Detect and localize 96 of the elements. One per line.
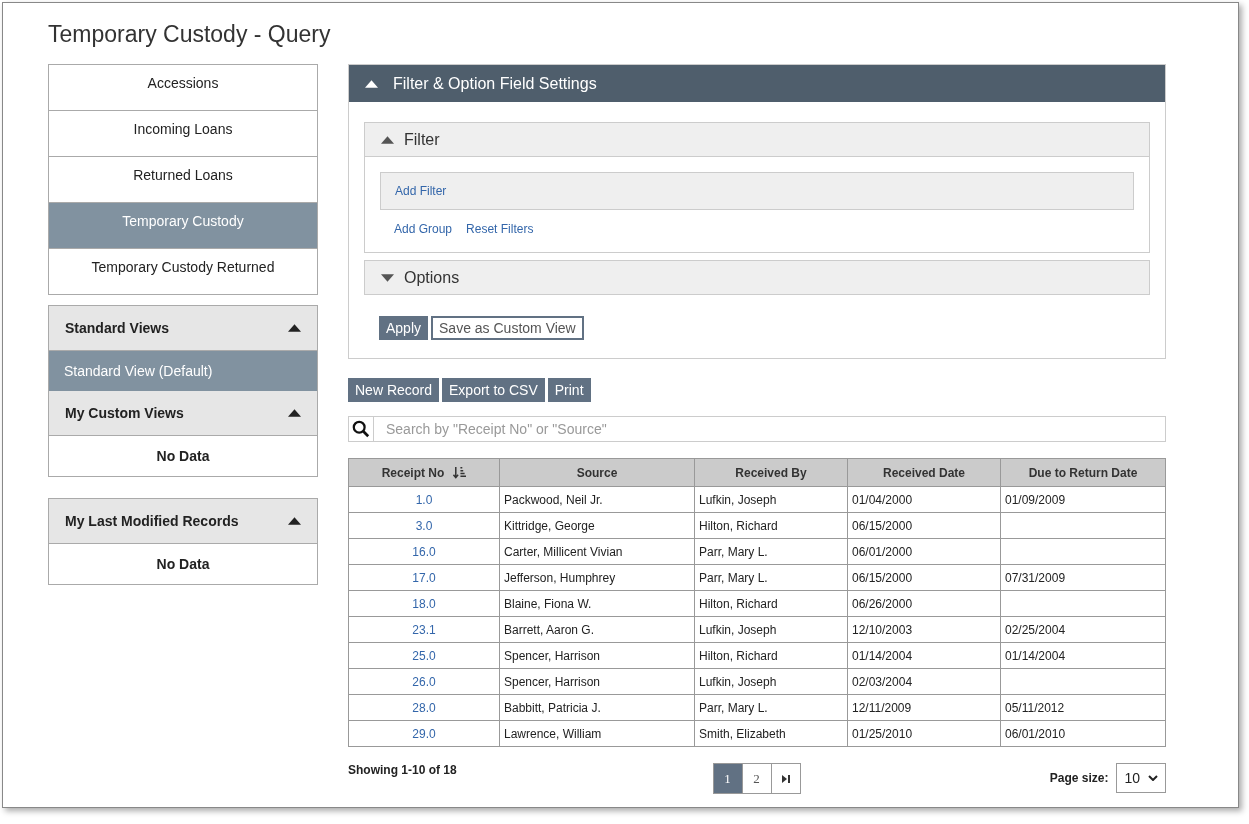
page-button[interactable]: 2 [741,763,772,794]
column-header[interactable]: Received By [694,458,848,487]
column-header[interactable]: Received Date [847,458,1001,487]
table-cell: 02/03/2004 [852,674,913,689]
empty-message: No Data [155,447,211,466]
table-cell: Kittridge, George [504,518,595,533]
toolbar-button[interactable]: New Record [348,378,440,402]
table-cell: Packwood, Neil Jr. [504,492,603,507]
receipt-link[interactable]: 23.1 [412,622,436,637]
section-header[interactable]: Standard Views [49,306,317,351]
collapse-icon[interactable] [288,324,301,332]
panel-title: Filter & Option Field Settings [393,74,597,93]
table-cell: Hilton, Richard [699,648,778,663]
toolbar-button[interactable]: Export to CSV [442,378,545,402]
table-cell: 02/25/2004 [1005,622,1066,637]
table-cell: Spencer, Harrison [504,674,601,689]
table-cell: 06/01/2010 [1005,726,1066,741]
sort-icon[interactable] [453,465,467,479]
column-header[interactable]: Source [499,458,695,487]
table-cell: Barrett, Aaron G. [504,622,595,637]
table-cell: 06/26/2000 [852,596,913,611]
table-cell: Spencer, Harrison [504,648,601,663]
filter-title: Filter [404,130,440,149]
page-title: Temporary Custody - Query [48,20,332,49]
table-cell: Parr, Mary L. [699,700,768,715]
view-item[interactable]: Standard View (Default) [49,351,317,391]
table-cell: 06/01/2000 [852,544,913,559]
section-title: My Last Modified Records [65,513,239,529]
table-cell: 05/11/2012 [1005,700,1065,715]
table-cell: Lawrence, William [504,726,602,741]
table-cell: 01/09/2009 [1005,492,1066,507]
table-cell: Parr, Mary L. [699,544,768,559]
table-cell: Smith, Elizabeth [699,726,786,741]
apply-button[interactable]: Apply [379,316,429,340]
receipt-link[interactable]: 16.0 [412,544,436,559]
table-cell: Hilton, Richard [699,596,778,611]
collapse-icon[interactable] [365,79,378,88]
expand-icon[interactable] [381,273,394,282]
panel-header[interactable]: Filter & Option Field Settings [349,65,1165,102]
table-cell: Hilton, Richard [699,518,778,533]
page-size-select[interactable]: 10 [1116,763,1166,793]
receipt-link[interactable]: 1.0 [415,492,433,507]
add-filter-link[interactable]: Add Filter [395,184,447,198]
section-header[interactable]: My Last Modified Records [49,499,317,544]
table-cell: 01/25/2010 [852,726,913,741]
table-cell: 01/14/2004 [1005,648,1066,663]
nav-item[interactable]: Incoming Loans [49,110,317,156]
last-page-button[interactable] [770,763,801,794]
options-title: Options [404,268,460,287]
table-cell: 06/15/2000 [852,570,913,585]
nav-item[interactable]: Temporary Custody Returned [49,248,317,294]
table-cell: Jefferson, Humphrey [504,570,616,585]
receipt-link[interactable]: 18.0 [412,596,436,611]
table-cell: 01/14/2004 [852,648,913,663]
filter-link[interactable]: Add Group [394,222,453,236]
section-title: My Custom Views [65,405,184,421]
search-icon [348,416,374,442]
table-cell: Lufkin, Joseph [699,492,777,507]
collapse-icon[interactable] [288,409,301,417]
section-title: Standard Views [65,320,169,336]
save-view-button[interactable]: Save as Custom View [431,316,584,340]
page-size-label: Page size: [1049,771,1109,785]
search-field[interactable]: Search by "Receipt No" or "Source" [374,416,1166,442]
column-header[interactable]: Receipt No [348,458,500,487]
empty-message: No Data [155,555,211,574]
page-button[interactable]: 1 [712,763,743,794]
record-count: Showing 1-10 of 18 [348,763,458,777]
table-cell: 12/11/2009 [852,700,912,715]
collapse-icon[interactable] [381,135,394,144]
table-cell: 12/10/2003 [852,622,913,637]
filter-link[interactable]: Reset Filters [466,222,534,236]
table-cell: Babbitt, Patricia J. [504,700,601,715]
table-cell: Lufkin, Joseph [699,622,777,637]
receipt-link[interactable]: 29.0 [412,726,436,741]
table-cell: 06/15/2000 [852,518,913,533]
receipt-link[interactable]: 25.0 [412,648,436,663]
table-cell: 07/31/2009 [1005,570,1066,585]
receipt-link[interactable]: 17.0 [412,570,436,585]
receipt-link[interactable]: 28.0 [412,700,436,715]
collapse-icon[interactable] [288,517,301,525]
nav-item[interactable]: Temporary Custody [49,202,317,248]
options-header[interactable]: Options [365,261,1149,294]
receipt-link[interactable]: 3.0 [415,518,433,533]
table-cell: Lufkin, Joseph [699,674,777,689]
table-cell: Parr, Mary L. [699,570,768,585]
nav-item[interactable]: Accessions [49,65,317,110]
filter-header[interactable]: Filter [365,123,1149,156]
table-cell: 01/04/2000 [852,492,913,507]
receipt-link[interactable]: 26.0 [412,674,436,689]
column-header[interactable]: Due to Return Date [1000,458,1166,487]
section-header[interactable]: My Custom Views [49,391,317,436]
table-cell: Carter, Millicent Vivian [504,544,623,559]
chevron-down-icon [1148,775,1158,781]
toolbar-button[interactable]: Print [547,378,591,402]
table-cell: Blaine, Fiona W. [504,596,592,611]
last-page-icon [780,773,791,784]
